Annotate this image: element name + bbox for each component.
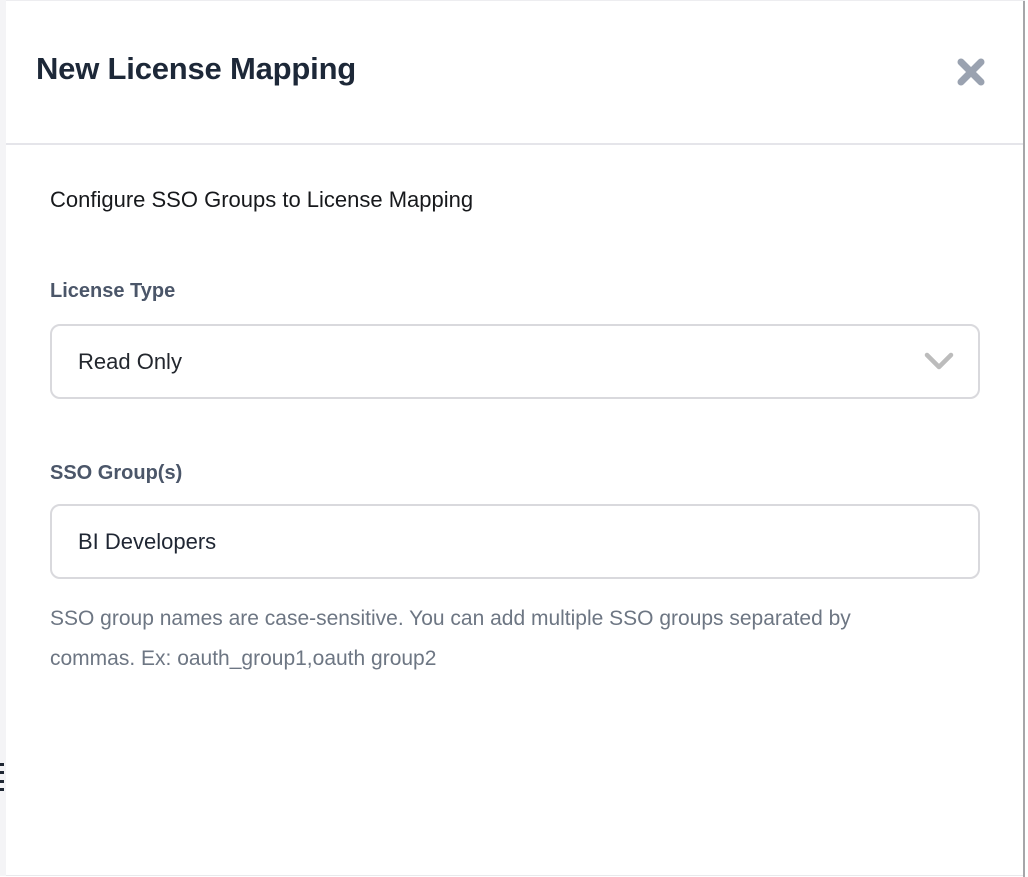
modal-header: New License Mapping: [6, 1, 1025, 145]
sso-groups-input[interactable]: [50, 504, 980, 579]
sso-groups-help-text: SSO group names are case-sensitive. You …: [50, 599, 910, 679]
modal-right-edge: [1023, 1, 1025, 877]
sso-groups-label: SSO Group(s): [50, 462, 182, 485]
clipped-menu-icon: [0, 763, 4, 791]
license-type-select[interactable]: Read Only: [50, 324, 980, 399]
license-type-selected-value: Read Only: [78, 349, 182, 375]
new-license-mapping-modal: New License Mapping Configure SSO Groups…: [6, 0, 1025, 876]
close-icon: [956, 57, 986, 87]
modal-title: New License Mapping: [36, 51, 356, 87]
close-button[interactable]: [952, 53, 990, 91]
license-type-label: License Type: [50, 280, 175, 303]
modal-subtitle: Configure SSO Groups to License Mapping: [50, 187, 473, 213]
chevron-down-icon: [924, 352, 954, 372]
